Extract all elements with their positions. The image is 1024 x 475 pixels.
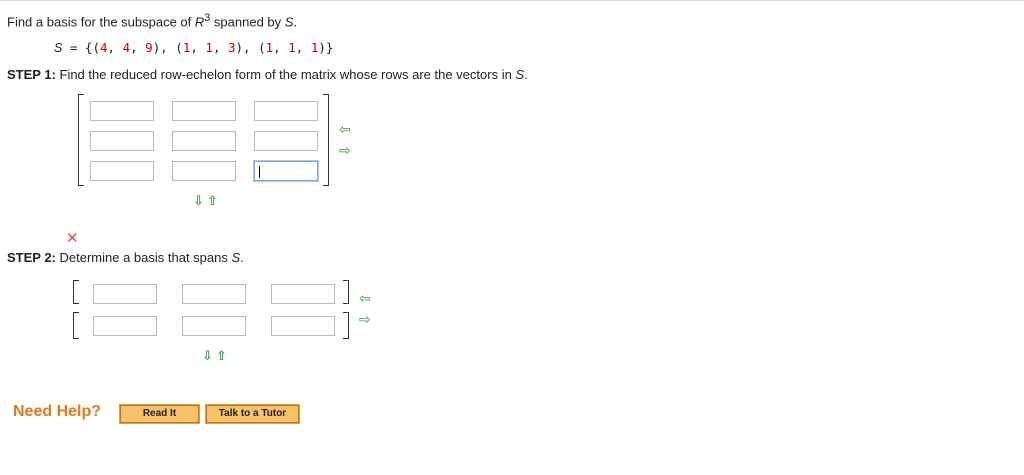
question-middle: spanned by	[210, 14, 285, 30]
step1-end: .	[524, 67, 528, 82]
basis-vector1-c2[interactable]	[182, 284, 246, 304]
step1-set-name: S	[515, 67, 525, 82]
step2-set-name: S	[231, 250, 241, 265]
basis-vector2-c1[interactable]	[93, 316, 157, 336]
matrix-cell-r2c2[interactable]	[172, 131, 236, 151]
remove-row-arrow-icon[interactable]: ⇧	[207, 194, 218, 208]
set-definition: S = {(4, 4, 9), (1, 1, 3), (1, 1, 1)}	[54, 40, 334, 55]
remove-row-arrow-icon[interactable]: ⇧	[216, 349, 227, 363]
add-column-arrow-icon[interactable]: ⇨	[359, 312, 371, 326]
add-row-arrow-icon[interactable]: ⇩	[202, 349, 213, 363]
question-prefix: Find a basis for the subspace of	[7, 14, 195, 30]
add-row-arrow-icon[interactable]: ⇩	[193, 194, 204, 208]
basis-vector2-c2[interactable]	[182, 316, 246, 336]
step2-text: Determine a basis that spans	[55, 250, 232, 265]
remove-column-arrow-icon[interactable]: ⇦	[359, 291, 371, 305]
matrix-cell-r1c3[interactable]	[254, 101, 318, 121]
top-divider	[0, 0, 1024, 1]
step1-instruction: STEP 1: Find the reduced row-echelon for…	[7, 67, 528, 82]
matrix-cell-r1c1[interactable]	[90, 101, 154, 121]
vector-value: 1	[205, 40, 213, 55]
need-help-label: Need Help?	[13, 403, 102, 420]
matrix-cell-r3c3[interactable]	[254, 161, 318, 181]
step2-label: STEP 2:	[7, 250, 56, 265]
matrix-cell-r2c1[interactable]	[90, 131, 154, 151]
matrix-cell-r2c3[interactable]	[254, 131, 318, 151]
vector1-right-bracket	[343, 280, 349, 304]
matrix-right-bracket	[323, 94, 329, 186]
vector-value: 1	[265, 40, 274, 55]
vector-value: 1	[288, 40, 296, 55]
read-it-button[interactable]: Read It	[119, 404, 200, 424]
basis-vector1-c1[interactable]	[93, 284, 157, 304]
step1-label: STEP 1:	[7, 67, 56, 82]
vector-value: 3	[228, 40, 236, 55]
matrix-cell-r1c2[interactable]	[172, 101, 236, 121]
talk-to-tutor-button[interactable]: Talk to a Tutor	[205, 404, 300, 424]
question-end: .	[293, 14, 298, 30]
vector2-right-bracket	[343, 312, 349, 339]
add-column-arrow-icon[interactable]: ⇨	[339, 143, 351, 157]
matrix-left-bracket	[78, 94, 84, 186]
text-caret	[259, 166, 260, 178]
step1-text: Find the reduced row-echelon form of the…	[55, 67, 516, 82]
matrix-cell-r3c2[interactable]	[172, 161, 236, 181]
set-equals: = {(	[62, 40, 100, 55]
vector-value: 1	[182, 40, 191, 55]
step2-instruction: STEP 2: Determine a basis that spans S.	[7, 250, 244, 265]
space-symbol: R	[194, 14, 205, 30]
set-close: )}	[318, 40, 334, 55]
question-text: Find a basis for the subspace of R3 span…	[7, 12, 297, 29]
red-x-icon: ✕	[66, 230, 79, 247]
vector2-left-bracket	[73, 312, 79, 339]
vector1-left-bracket	[73, 280, 79, 304]
basis-vector2-c3[interactable]	[271, 316, 335, 336]
matrix-cell-r3c1[interactable]	[90, 161, 154, 181]
step2-end: .	[240, 250, 244, 265]
vector-value: 4	[122, 40, 131, 55]
vector-value: 4	[99, 40, 108, 55]
remove-column-arrow-icon[interactable]: ⇦	[339, 122, 351, 136]
basis-vector1-c3[interactable]	[271, 284, 335, 304]
vector-value: 9	[145, 40, 153, 55]
